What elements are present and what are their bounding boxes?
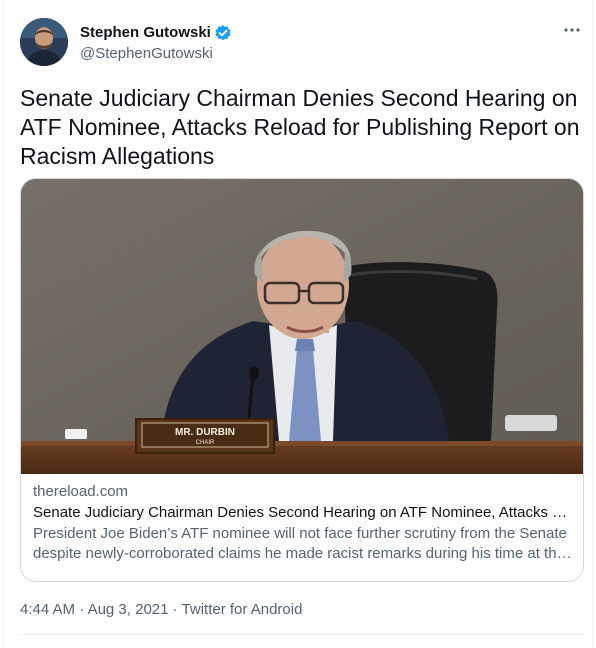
card-description-line2: despite newly-corroborated claims he mad… bbox=[33, 545, 573, 562]
tweet-text: Senate Judiciary Chairman Denies Second … bbox=[20, 85, 580, 169]
right-border bbox=[592, 0, 593, 648]
left-border bbox=[3, 0, 4, 648]
card-title: Senate Judiciary Chairman Denies Second … bbox=[33, 504, 573, 521]
verified-badge-icon bbox=[214, 24, 232, 42]
author-name-row[interactable]: Stephen Gutowski bbox=[80, 23, 232, 42]
tweet-meta: 4:44 AM · Aug 3, 2021 · Twitter for Andr… bbox=[20, 600, 302, 620]
card-description: President Joe Biden’s ATF nominee will n… bbox=[33, 524, 573, 564]
nameplate-line2: CHAIR bbox=[196, 440, 215, 446]
avatar-image bbox=[20, 18, 68, 66]
more-options-icon[interactable] bbox=[562, 20, 582, 40]
author-handle[interactable]: @StephenGutowski bbox=[80, 44, 232, 63]
meta-separator: · bbox=[75, 601, 88, 618]
nameplate-line1: MR. DURBIN bbox=[175, 427, 235, 438]
divider bbox=[20, 634, 586, 635]
avatar[interactable] bbox=[20, 18, 68, 66]
link-preview-card[interactable]: MR. DURBIN CHAIR thereload.com Senate Ju… bbox=[20, 178, 584, 582]
tweet-header: Stephen Gutowski @StephenGutowski bbox=[20, 18, 586, 68]
card-description-line1: President Joe Biden’s ATF nominee will n… bbox=[33, 525, 567, 542]
tweet-date[interactable]: Aug 3, 2021 bbox=[88, 601, 169, 618]
card-domain: thereload.com bbox=[33, 483, 129, 500]
tweet-source[interactable]: Twitter for Android bbox=[182, 601, 303, 618]
card-image[interactable]: MR. DURBIN CHAIR bbox=[21, 179, 583, 474]
author-display-name[interactable]: Stephen Gutowski bbox=[80, 23, 211, 42]
tweet-time[interactable]: 4:44 AM bbox=[20, 601, 75, 618]
meta-separator: · bbox=[168, 601, 182, 618]
card-body[interactable]: thereload.com Senate Judiciary Chairman … bbox=[33, 482, 573, 564]
